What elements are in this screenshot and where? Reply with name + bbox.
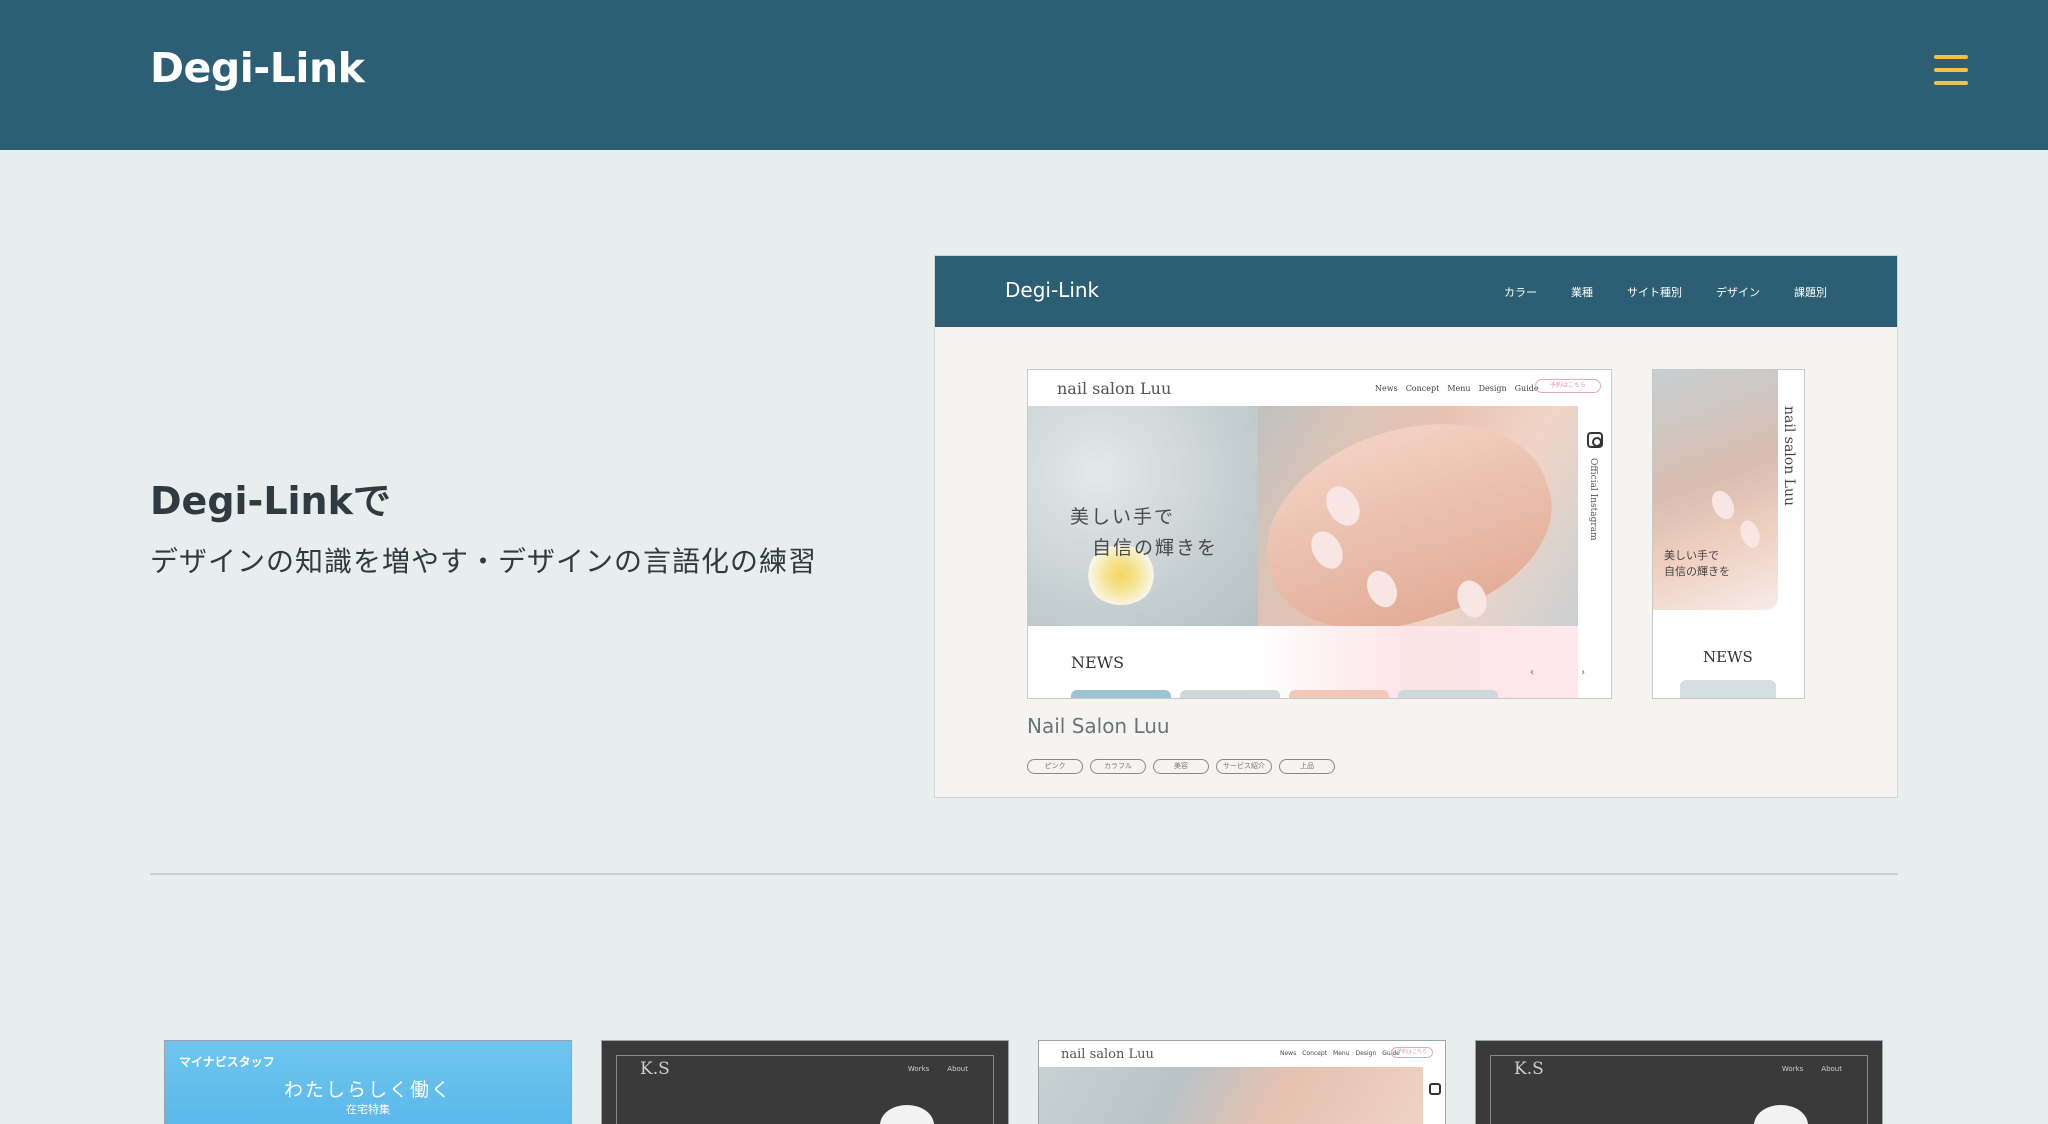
card-nav-item: About [1821, 1065, 1842, 1073]
mobile-vertical-brand: nail salon Luu [1781, 406, 1797, 507]
desktop-reserve-pill: 予約はこちら [1535, 379, 1601, 393]
tag-pill[interactable]: カラフル [1090, 759, 1146, 774]
site-card[interactable]: nail salon Luu News Concept Menu Design … [1038, 1040, 1446, 1124]
desktop-nav-item: Menu [1447, 384, 1471, 393]
card-nav-item: Works [1781, 1065, 1804, 1073]
card-subtitle: 在宅特集 [346, 1103, 390, 1116]
tag-pill[interactable]: サービス紹介 [1216, 759, 1272, 774]
mockup-nav-item: 課題別 [1794, 286, 1827, 299]
card-nav-item: Design [1355, 1050, 1377, 1057]
tag-pill[interactable]: ピンク [1027, 759, 1083, 774]
news-thumbnail [1180, 690, 1280, 698]
hamburger-menu-icon[interactable] [1934, 55, 1968, 87]
tag-pill[interactable]: 上品 [1279, 759, 1335, 774]
desktop-nav: News Concept Menu Design Guide [1375, 384, 1539, 393]
card-nav-item: Concept [1302, 1050, 1328, 1057]
site-card[interactable]: K.S Works About [601, 1040, 1009, 1124]
card-brand: K.S [1514, 1059, 1544, 1079]
card-nav-item: News [1280, 1050, 1297, 1057]
mobile-catch-line2: 自信の輝きを [1664, 565, 1730, 578]
mockup-nav-item: デザイン [1716, 286, 1760, 299]
hero-subtitle: デザインの知識を増やす・デザインの言語化の練習 [150, 545, 818, 578]
card-nav-item: Menu [1333, 1050, 1350, 1057]
hero-title: Degi-Linkで [150, 479, 391, 523]
news-arrows-icon: ‹ › [1530, 667, 1608, 678]
site-card[interactable]: K.S Works About [1475, 1040, 1883, 1124]
card-brand: nail salon Luu [1061, 1047, 1154, 1062]
desktop-nav-item: Concept [1405, 384, 1440, 393]
tag-pill[interactable]: 美容 [1153, 759, 1209, 774]
hamburger-line [1934, 68, 1968, 72]
card-logo: マイナビスタッフ [179, 1055, 275, 1069]
desktop-news-heading: NEWS [1071, 653, 1125, 672]
card-nav: News Concept Menu Design Guide [1280, 1050, 1400, 1057]
mockup-nav-item: カラー [1504, 286, 1537, 299]
card-title: わたしらしく働く [283, 1079, 452, 1101]
mobile-news-heading: NEWS [1703, 648, 1753, 666]
desktop-nav-item: News [1375, 384, 1398, 393]
desktop-brand: nail salon Luu [1057, 379, 1172, 398]
desktop-screenshot: nail salon Luu News Concept Menu Design … [1027, 369, 1612, 699]
mockup-nav-item: 業種 [1571, 286, 1593, 299]
card-nav-item: Works [907, 1065, 930, 1073]
instagram-icon [1587, 432, 1603, 448]
mockup-logo: Degi-Link [1005, 278, 1100, 302]
hero-mockup[interactable]: Degi-Link カラー 業種 サイト種別 デザイン 課題別 nail sal… [934, 255, 1898, 798]
card-nav-item: About [947, 1065, 968, 1073]
instagram-vertical-text: Official Instagram [1588, 458, 1598, 541]
mockup-nav: カラー 業種 サイト種別 デザイン 課題別 [1504, 284, 1827, 300]
mobile-screenshot: 美しい手で 自信の輝きを nail salon Luu NEWS [1652, 369, 1805, 699]
site-card[interactable]: マイナビスタッフ わたしらしく働く 在宅特集 [164, 1040, 572, 1124]
card-nav: Works About [1782, 1065, 1842, 1073]
mockup-caption[interactable]: Nail Salon Luu [1027, 714, 1170, 738]
card-brand: K.S [640, 1059, 670, 1079]
card-sidebar [1423, 1067, 1445, 1124]
hamburger-line [1934, 81, 1968, 85]
news-thumbnail [1398, 690, 1498, 698]
card-reserve-pill: 予約はこちら [1391, 1047, 1433, 1058]
section-divider [150, 873, 1898, 875]
mobile-catch-line1: 美しい手で [1664, 549, 1719, 562]
mobile-news-thumbnail [1680, 680, 1776, 698]
instagram-icon [1429, 1083, 1441, 1095]
card-nav: Works About [908, 1065, 968, 1073]
mockup-nav-item: サイト種別 [1627, 286, 1682, 299]
desktop-nav-item: Design [1478, 384, 1507, 393]
card-photo [1039, 1067, 1423, 1124]
news-thumbnails [1071, 690, 1498, 698]
desktop-screenshot-header: nail salon Luu News Concept Menu Design … [1028, 370, 1611, 406]
news-thumbnail [1289, 690, 1389, 698]
mockup-tags: ピンク カラフル 美容 サービス紹介 上品 [1027, 759, 1335, 774]
site-header: Degi-Link [0, 0, 2048, 150]
desktop-sidebar: Official Instagram [1578, 406, 1611, 666]
mockup-header: Degi-Link カラー 業種 サイト種別 デザイン 課題別 [935, 256, 1897, 327]
hamburger-line [1934, 55, 1968, 59]
news-thumbnail [1071, 690, 1171, 698]
mobile-catch: 美しい手で 自信の輝きを [1664, 548, 1730, 580]
desktop-catch-line2: 自信の輝きを [1092, 537, 1219, 559]
desktop-catch-line1: 美しい手で [1070, 506, 1176, 528]
site-logo[interactable]: Degi-Link [150, 44, 365, 92]
